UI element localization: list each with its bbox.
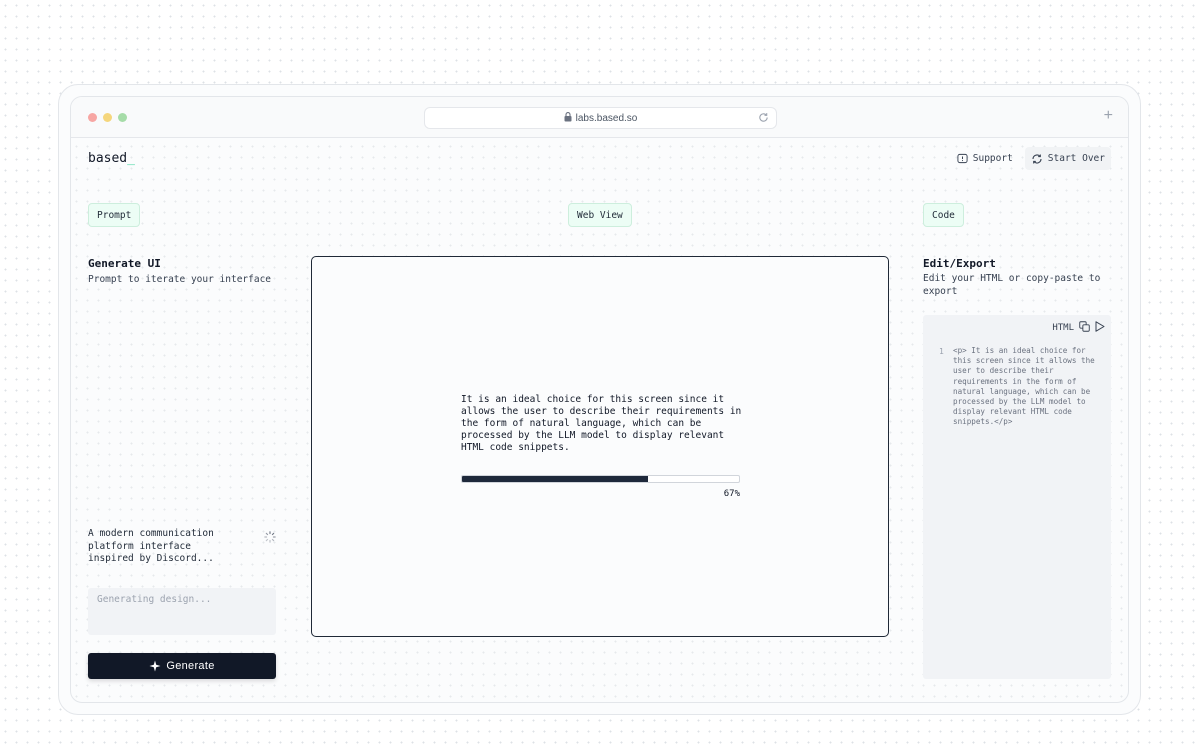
address-bar[interactable]: labs.based.so [424, 107, 777, 129]
support-label: Support [972, 153, 1013, 164]
copy-icon[interactable] [1079, 321, 1090, 335]
prompt-message: A modern communication platform interfac… [88, 528, 214, 564]
url-text: labs.based.so [575, 112, 638, 124]
lock-icon [564, 111, 572, 125]
app-logo[interactable]: based_ [88, 151, 135, 166]
code-text[interactable]: <p> It is an ideal choice for this scree… [953, 346, 1105, 428]
language-label: HTML [1052, 323, 1074, 333]
start-over-button[interactable]: Start Over [1024, 147, 1111, 170]
refresh-icon [1032, 154, 1042, 163]
generate-ui-title: Generate UI [88, 257, 161, 270]
prompt-input[interactable] [88, 588, 276, 635]
support-icon [957, 153, 968, 164]
generate-ui-subtitle: Prompt to iterate your interface [88, 274, 272, 285]
progress-fill [462, 476, 648, 482]
play-icon[interactable] [1095, 321, 1105, 335]
minimize-window-dot[interactable] [103, 113, 112, 122]
edit-export-subtitle: Edit your HTML or copy-paste to export [923, 273, 1101, 297]
maximize-window-dot[interactable] [118, 113, 127, 122]
progress-bar [461, 475, 740, 483]
top-actions: Support Start Over [951, 147, 1111, 170]
sparkle-icon [149, 660, 161, 672]
support-button[interactable]: Support [951, 147, 1019, 170]
code-editor[interactable]: HTML 1 <p> It is an ideal choice for thi… [923, 315, 1111, 679]
tab-web-view[interactable]: Web View [568, 203, 632, 227]
generate-button[interactable]: Generate [88, 653, 276, 679]
web-view-preview: It is an ideal choice for this screen si… [311, 256, 889, 637]
preview-text: It is an ideal choice for this screen si… [461, 394, 742, 453]
tab-prompt[interactable]: Prompt [88, 203, 141, 227]
browser-titlebar: labs.based.so + [71, 97, 1128, 138]
spinner-icon [264, 528, 276, 547]
edit-export-title: Edit/Export [923, 257, 996, 270]
start-over-label: Start Over [1047, 153, 1105, 164]
line-number: 1 [939, 347, 944, 356]
browser-window: labs.based.so + based_ Support Start Ove… [70, 96, 1129, 703]
code-toolbar: HTML [1052, 321, 1105, 335]
progress-percent: 67% [723, 489, 740, 499]
reload-icon[interactable] [758, 112, 769, 126]
tab-code[interactable]: Code [923, 203, 964, 227]
new-tab-plus-icon[interactable]: + [1104, 108, 1113, 124]
close-window-dot[interactable] [88, 113, 97, 122]
generate-label: Generate [166, 660, 215, 672]
